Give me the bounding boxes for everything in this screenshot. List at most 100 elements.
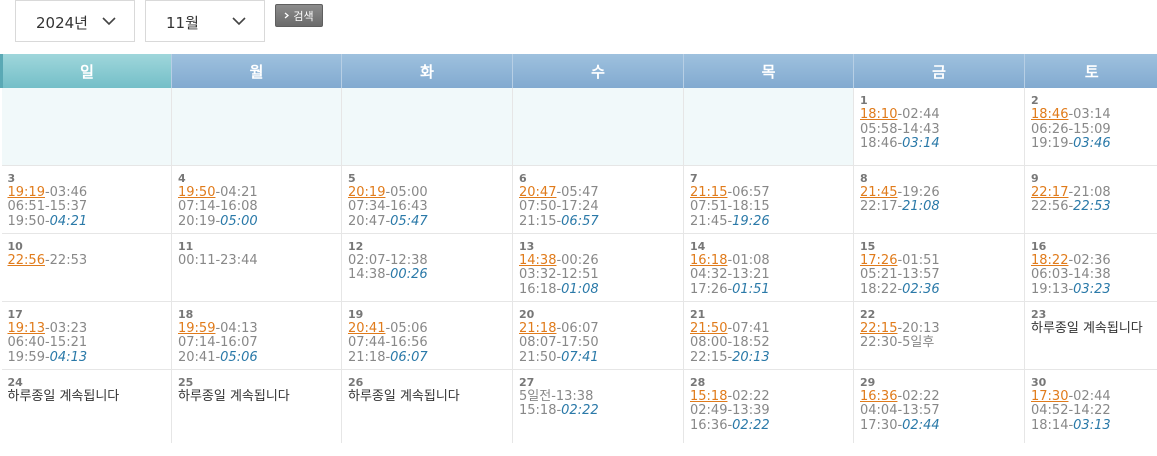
moonset-time: -22:53 xyxy=(44,252,88,268)
day-number: 28 xyxy=(690,375,706,389)
moon-time-line: 14:38-00:26 xyxy=(519,253,677,269)
calendar-day-cell: 23 하루종일 계속됩니다 xyxy=(1024,301,1157,370)
time-range: 08:07-17:50 xyxy=(519,335,599,350)
moon-time-line: 19:13-03:23 xyxy=(1031,281,1152,298)
moon-time-line: 06:40-15:21 xyxy=(8,335,166,351)
moon-time-line: 21:18-06:07 xyxy=(348,349,506,366)
calendar-day-cell: 7 21:15-06:57 07:51-18:15 21:45-19:26 xyxy=(683,165,854,234)
moonset-time: -19:26 xyxy=(897,184,940,200)
moonrise-time: 18:22 xyxy=(1031,252,1069,268)
moonrise-time: 19:59 xyxy=(178,320,216,336)
time-range-start: 20:47- xyxy=(348,213,391,229)
day-number: 12 xyxy=(348,239,364,253)
moon-time-line: 07:50-17:24 xyxy=(519,199,677,215)
moonrise-time: 16:36 xyxy=(860,388,898,404)
moon-time-line: 18:46-03:14 xyxy=(1031,107,1152,123)
calendar-week-row: 10 22:56-22:53 11 00:11-23:44 12 02:07-12:38 1… xyxy=(1,233,1157,302)
moon-time-line: 20:41-05:06 xyxy=(178,350,335,366)
moon-time-line: 20:47-05:47 xyxy=(519,185,677,201)
moonrise-time: 21:18 xyxy=(519,320,557,336)
next-day-time: 19:26 xyxy=(732,213,770,229)
time-range: 07:44-16:56 xyxy=(348,335,428,350)
moon-time-line: 07:44-16:56 xyxy=(348,335,506,351)
moonset-time: -02:22 xyxy=(727,388,770,404)
next-day-time: 06:07 xyxy=(390,349,428,365)
day-number: 16 xyxy=(1031,239,1047,253)
time-range-start: 18:46- xyxy=(860,136,903,151)
search-button[interactable]: 검색 xyxy=(275,4,323,27)
time-range: 08:00-18:52 xyxy=(690,335,770,350)
time-range-start: 19:50- xyxy=(7,213,50,229)
calendar-body: 1 18:10-02:44 05:58-14:43 18:46-03:14 2 18:46… xyxy=(1,88,1157,443)
time-range-start: 22:17- xyxy=(860,199,903,214)
moonset-time: -02:36 xyxy=(1068,252,1111,268)
moon-time-line: 00:11-23:44 xyxy=(178,253,335,269)
time-range-start: 19:13- xyxy=(1031,281,1074,297)
moonrise-time: 18:10 xyxy=(860,107,898,122)
day-number: 18 xyxy=(178,307,194,321)
time-range-start: 16:18- xyxy=(519,281,562,297)
moon-time-line: 18:46-03:14 xyxy=(860,136,1018,152)
day-number: 20 xyxy=(519,307,535,321)
moon-time-line: 03:32-12:51 xyxy=(519,267,677,283)
moonset-time: -06:07 xyxy=(556,320,599,336)
time-range-start: 17:30- xyxy=(860,417,903,433)
moon-time-line: 18:10-02:44 xyxy=(860,107,1018,123)
moonrise-time: 17:30 xyxy=(1031,388,1069,404)
day-number: 17 xyxy=(7,307,23,321)
month-select[interactable]: 11월 xyxy=(145,0,265,42)
day-number: 9 xyxy=(1031,171,1039,185)
day-number: 23 xyxy=(1031,307,1047,321)
moon-time-line: 19:50-04:21 xyxy=(7,213,166,230)
moon-time-line: 17:30-02:44 xyxy=(860,417,1018,434)
time-range-start: 16:36- xyxy=(690,417,733,433)
calendar-day-cell: 8 21:45-19:26 22:17-21:08 xyxy=(853,165,1025,234)
moonrise-time: 19:50 xyxy=(178,184,216,200)
calendar-day-cell: 24 하루종일 계속됩니다 xyxy=(1,369,172,443)
day-number: 14 xyxy=(690,239,706,253)
time-range: 07:14-16:07 xyxy=(178,335,258,350)
time-range-start: 21:45- xyxy=(690,213,733,229)
all-day-note: 하루종일 계속됩니다 xyxy=(178,388,290,404)
calendar-day-cell: 3 19:19-03:46 06:51-15:37 19:50-04:21 xyxy=(1,165,172,234)
day-number: 26 xyxy=(348,375,364,389)
moon-time-line: 04:04-13:57 xyxy=(860,403,1018,419)
time-range-start: 22:15- xyxy=(690,349,733,365)
moonrise-time: 20:41 xyxy=(348,320,386,336)
moonrise-time: 22:17 xyxy=(1031,184,1069,200)
time-range-start: 21:15- xyxy=(519,213,562,229)
moon-time-line: 22:17-21:08 xyxy=(860,199,1018,215)
chevron-right-icon xyxy=(284,12,290,19)
next-day-time: 02:22 xyxy=(732,417,770,433)
time-range-start: 18:14- xyxy=(1031,417,1074,433)
chevron-down-icon xyxy=(232,17,246,26)
next-day-time: 00:26 xyxy=(390,267,428,282)
moonset-time: -21:08 xyxy=(1068,184,1111,200)
moon-time-line: 19:59-04:13 xyxy=(8,350,166,366)
next-day-time: 02:36 xyxy=(902,281,940,297)
weekday-header: 금 xyxy=(853,54,1025,88)
moonrise-time: 15:18 xyxy=(690,388,728,404)
time-range-start: 19:19- xyxy=(1031,136,1074,151)
year-select[interactable]: 2024년 xyxy=(15,0,135,42)
calendar-week-row: 3 19:19-03:46 06:51-15:37 19:50-04:21 4 19:50… xyxy=(1,165,1157,234)
calendar-day-cell: 25 하루종일 계속됩니다 xyxy=(171,369,342,443)
day-number: 30 xyxy=(1031,375,1047,389)
calendar-week-row: 24 하루종일 계속됩니다 25 하루종일 계속됩니다 26 하루종일 계속됩니다 27 5일… xyxy=(1,369,1157,443)
day-number: 8 xyxy=(860,171,868,185)
moon-time-line: 19:59-04:13 xyxy=(178,320,335,337)
next-day-time: 22:53 xyxy=(1073,199,1111,214)
next-day-time: 20:13 xyxy=(732,349,770,365)
moon-time-line: 하루종일 계속됩니다 xyxy=(348,389,506,405)
calendar-day-cell: 26 하루종일 계속됩니다 xyxy=(341,369,513,443)
moon-time-line: 02:49-13:39 xyxy=(690,403,847,419)
moon-time-line: 15:18-02:22 xyxy=(519,403,677,419)
moonset-time: -01:08 xyxy=(727,252,770,268)
filter-bar: 2024년 11월 검색 xyxy=(0,0,1157,54)
moonrise-time: 18:46 xyxy=(1031,107,1069,122)
time-range-start: 21:50- xyxy=(519,349,562,365)
moonset-time: -03:14 xyxy=(1068,107,1111,122)
moon-time-line: 21:18-06:07 xyxy=(519,320,677,337)
weekday-header: 목 xyxy=(683,54,854,88)
time-range: 07:51-18:15 xyxy=(690,199,770,214)
